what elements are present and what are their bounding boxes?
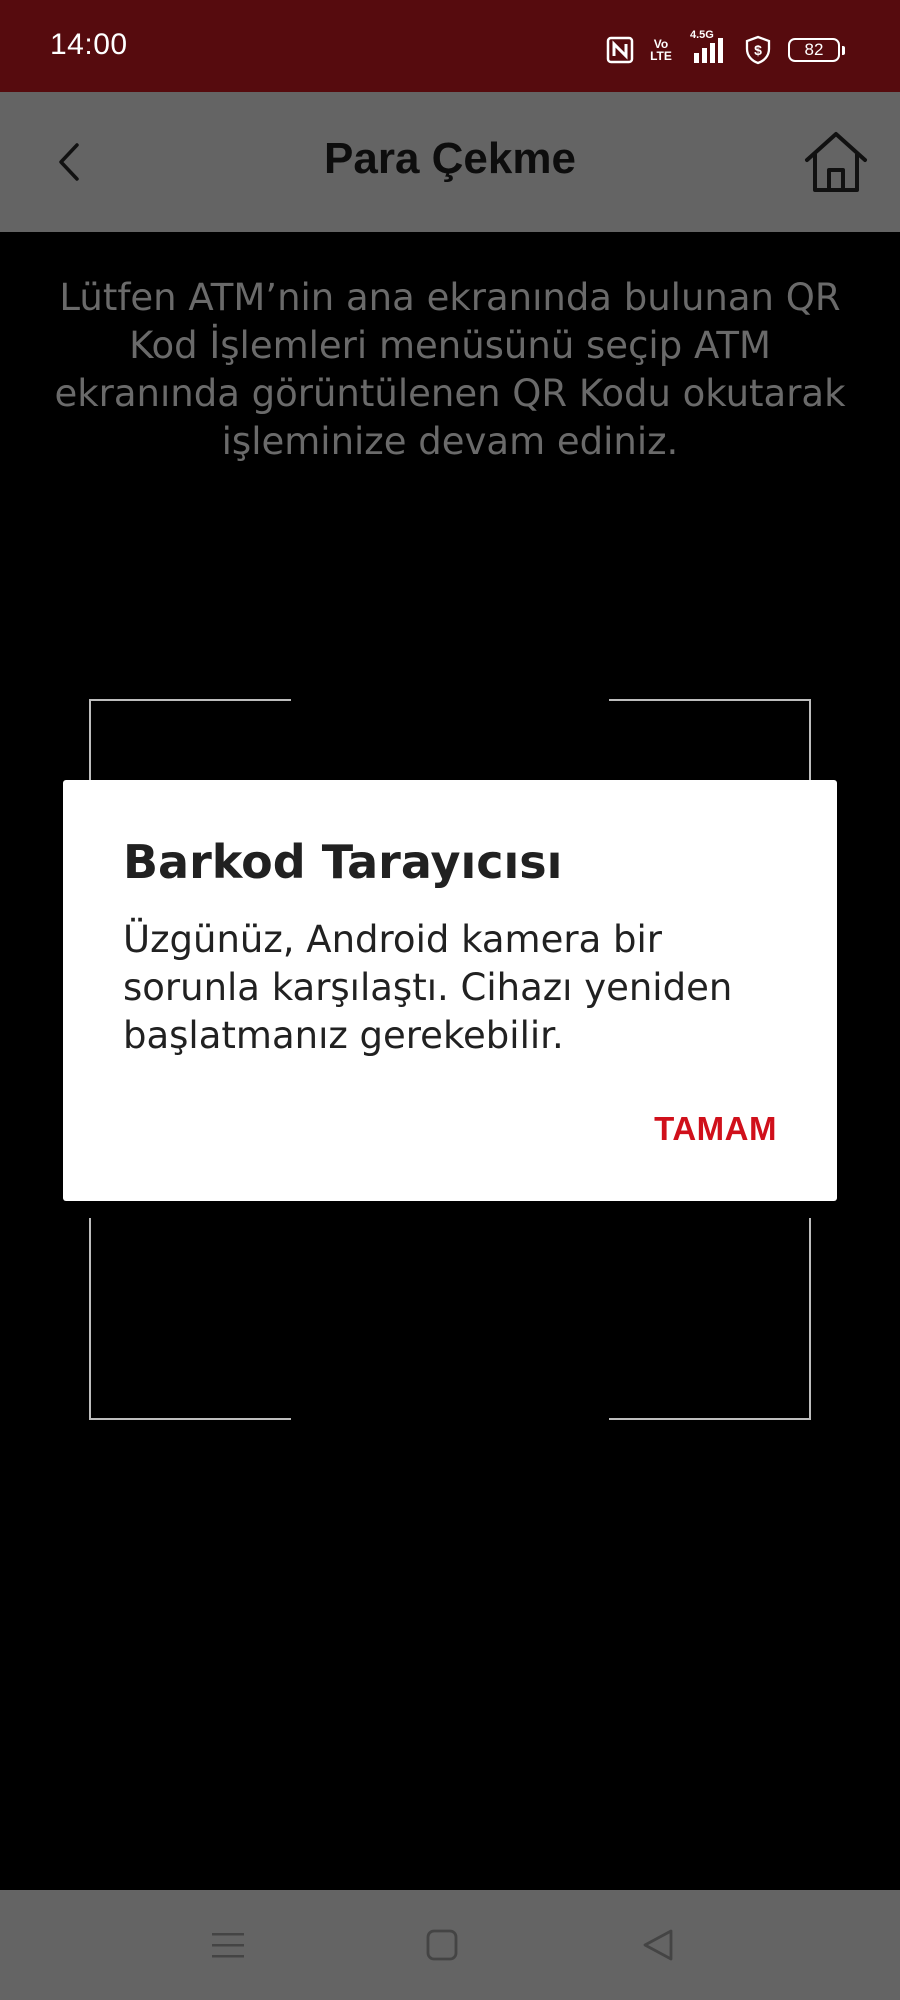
scan-corner-bottom-left: [89, 1218, 291, 1420]
svg-text:$: $: [754, 42, 762, 58]
status-icons: Vo LTE 4.5G $ 82: [606, 29, 845, 70]
battery-icon: 82: [788, 38, 845, 62]
home-button[interactable]: [794, 120, 878, 204]
home-icon: [805, 132, 867, 192]
battery-level: 82: [804, 40, 824, 59]
square-icon: [426, 1929, 458, 1961]
status-bar: 14:00 Vo LTE 4.5G $ 82: [0, 0, 900, 92]
nav-home-button[interactable]: [412, 1915, 472, 1975]
page-title: Para Çekme: [324, 134, 576, 183]
dialog-title: Barkod Tarayıcısı: [123, 835, 563, 889]
shield-dollar-icon: $: [744, 35, 772, 65]
dialog-message: Üzgünüz, Android kamera bir sorunla karş…: [123, 918, 733, 1057]
status-time: 14:00: [50, 28, 128, 61]
error-dialog: Barkod Tarayıcısı Üzgünüz, Android kamer…: [63, 780, 837, 1201]
recents-button[interactable]: [198, 1915, 258, 1975]
scanner-instructions: Lütfen ATM’nin ana ekranında bulunan QR …: [54, 276, 846, 463]
ok-button[interactable]: TAMAM: [654, 1110, 777, 1148]
nav-back-button[interactable]: [628, 1915, 688, 1975]
network-type-label: 4.5G: [690, 29, 714, 41]
scan-corner-bottom-right: [609, 1218, 811, 1420]
nfc-icon: [606, 36, 634, 64]
signal-icon: 4.5G: [688, 29, 728, 65]
app-bar: Para Çekme: [0, 92, 900, 232]
volte-icon: Vo LTE: [650, 38, 672, 62]
triangle-back-icon: [643, 1929, 673, 1961]
menu-icon: [212, 1933, 244, 1958]
system-nav-bar: [0, 1890, 900, 2000]
volte-label: Vo LTE: [650, 37, 672, 63]
